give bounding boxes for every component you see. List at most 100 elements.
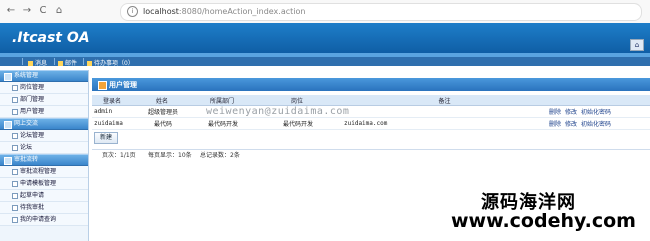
pager-page: 页次：1/1页 — [102, 152, 136, 159]
new-user-button[interactable]: 新建 — [94, 132, 119, 144]
mail-icon — [58, 61, 63, 66]
sidebar-item-label: 审批流程管理 — [20, 168, 57, 175]
column-header-actions — [547, 95, 650, 106]
sidebar: 系统管理 岗位管理 部门管理 用户管理 网上交流 论坛管理 论坛 审批流转 审批… — [0, 70, 89, 241]
sidebar-item-label: 用户管理 — [20, 108, 45, 115]
back-arrow-icon[interactable]: ← — [4, 4, 18, 18]
bullet-icon — [12, 97, 18, 103]
bullet-icon — [12, 181, 18, 187]
folder-icon — [4, 157, 12, 165]
reset-password-link[interactable]: 初始化密码 — [581, 121, 611, 128]
home-button-icon[interactable]: ⌂ — [630, 39, 644, 51]
sidebar-item-label: 起草申请 — [20, 192, 45, 199]
edit-link[interactable]: 修改 — [565, 121, 577, 128]
sidebar-item-forum[interactable]: 论坛 — [0, 142, 88, 154]
cell-actions: 删除 修改 初始化密码 — [547, 117, 650, 130]
bullet-icon — [12, 169, 18, 175]
pager-total: 总记录数：2条 — [200, 152, 240, 159]
bullet-icon — [12, 193, 18, 199]
sidebar-item-template-admin[interactable]: 申请模板管理 — [0, 178, 88, 190]
menu-messages-label: 消息 — [35, 60, 48, 67]
app-logo: .Itcast OA — [12, 30, 90, 46]
menu-mail-label: 邮件 — [65, 60, 78, 67]
column-header-login: 登录名 — [92, 95, 132, 106]
sidebar-item-label: 岗位管理 — [20, 84, 45, 91]
url-host: localhost — [143, 7, 179, 16]
column-header-post: 岗位 — [252, 95, 342, 106]
folder-icon — [4, 73, 12, 81]
delete-link[interactable]: 删除 — [549, 109, 561, 116]
menu-mail[interactable]: 邮件 — [58, 58, 77, 67]
menu-todo-label: 待办事项（0） — [94, 60, 134, 67]
sidebar-group-label: 系统管理 — [14, 72, 39, 79]
cell-name: 超级管理员 — [132, 105, 192, 118]
column-header-note: 备注 — [342, 95, 547, 106]
page-title: 用户管理 — [109, 81, 137, 89]
bullet-icon — [12, 145, 18, 151]
sidebar-item-label: 论坛管理 — [20, 132, 45, 139]
address-bar[interactable]: i localhost:8080/homeAction_index.action — [120, 3, 642, 21]
sidebar-group-label: 网上交流 — [14, 120, 39, 127]
cell-note: zuidaima.com — [342, 117, 547, 130]
top-menu: 消息 邮件 待办事项（0） — [0, 57, 650, 67]
app-header: .Itcast OA ⌂ — [0, 23, 650, 53]
menu-separator — [54, 58, 55, 65]
browser-toolbar: ← → C ⌂ i localhost:8080/homeAction_inde… — [0, 0, 650, 24]
sidebar-group-label: 审批流转 — [14, 156, 39, 163]
message-icon — [28, 61, 33, 66]
url-text[interactable]: localhost:8080/homeAction_index.action — [143, 7, 305, 16]
url-path: :8080/homeAction_index.action — [178, 7, 306, 16]
sidebar-item-label: 申请模板管理 — [20, 180, 57, 187]
sidebar-item-label: 待我审批 — [20, 204, 45, 211]
sidebar-item-draft-request[interactable]: 起草申请 — [0, 190, 88, 202]
sidebar-item-pending-approval[interactable]: 待我审批 — [0, 202, 88, 214]
site-info-icon[interactable]: i — [127, 6, 138, 17]
table-row: zuidaima 最代码 最代码开发 最代码开发 zuidaima.com 删除… — [92, 117, 650, 130]
watermark-text: weiwenyan@zuidaima.com — [206, 106, 350, 117]
page-title-bar: 用户管理 — [92, 78, 650, 91]
menu-todo[interactable]: 待办事项（0） — [87, 58, 134, 67]
bullet-icon — [12, 133, 18, 139]
column-header-name: 姓名 — [132, 95, 192, 106]
folder-icon — [4, 121, 12, 129]
home-icon[interactable]: ⌂ — [52, 4, 66, 18]
forward-arrow-icon[interactable]: → — [20, 4, 34, 18]
cell-department: 最代码开发 — [192, 117, 252, 130]
menu-separator — [83, 58, 84, 65]
sidebar-item-label: 部门管理 — [20, 96, 45, 103]
users-table: 登录名 姓名 所属部门 岗位 备注 admin 超级管理员 删除 修改 初始化密码 … — [92, 95, 650, 130]
column-header-department: 所属部门 — [192, 95, 252, 106]
cell-name: 最代码 — [132, 117, 192, 130]
edit-link[interactable]: 修改 — [565, 109, 577, 116]
sidebar-item-departments[interactable]: 部门管理 — [0, 94, 88, 106]
menu-separator — [22, 58, 23, 65]
sidebar-item-forum-admin[interactable]: 论坛管理 — [0, 130, 88, 142]
sidebar-group-system[interactable]: 系统管理 — [0, 70, 88, 82]
bullet-icon — [12, 217, 18, 223]
cell-login: admin — [92, 105, 132, 118]
cell-post: 最代码开发 — [252, 117, 342, 130]
menu-messages[interactable]: 消息 — [28, 58, 47, 67]
sidebar-item-users[interactable]: 用户管理 — [0, 106, 88, 118]
cell-note — [342, 105, 547, 118]
reset-password-link[interactable]: 初始化密码 — [581, 109, 611, 116]
sidebar-item-process-admin[interactable]: 审批流程管理 — [0, 166, 88, 178]
bullet-icon — [12, 85, 18, 91]
bullet-icon — [12, 205, 18, 211]
title-icon — [98, 81, 107, 90]
pager-per-page: 每页显示：10条 — [148, 152, 192, 159]
sidebar-item-my-requests[interactable]: 我的申请查询 — [0, 214, 88, 226]
cell-actions: 删除 修改 初始化密码 — [547, 105, 650, 118]
bullet-icon — [12, 109, 18, 115]
watermark-site-url: www.codehy.com — [451, 210, 636, 232]
sidebar-item-label: 论坛 — [20, 144, 33, 151]
cell-login: zuidaima — [92, 117, 132, 130]
table-header-row: 登录名 姓名 所属部门 岗位 备注 — [92, 95, 650, 106]
todo-icon — [87, 61, 92, 66]
delete-link[interactable]: 删除 — [549, 121, 561, 128]
sidebar-group-approval[interactable]: 审批流转 — [0, 154, 88, 166]
sidebar-item-posts[interactable]: 岗位管理 — [0, 82, 88, 94]
reload-icon[interactable]: C — [36, 4, 50, 18]
table-row: admin 超级管理员 删除 修改 初始化密码 — [92, 105, 650, 118]
sidebar-group-forum[interactable]: 网上交流 — [0, 118, 88, 130]
